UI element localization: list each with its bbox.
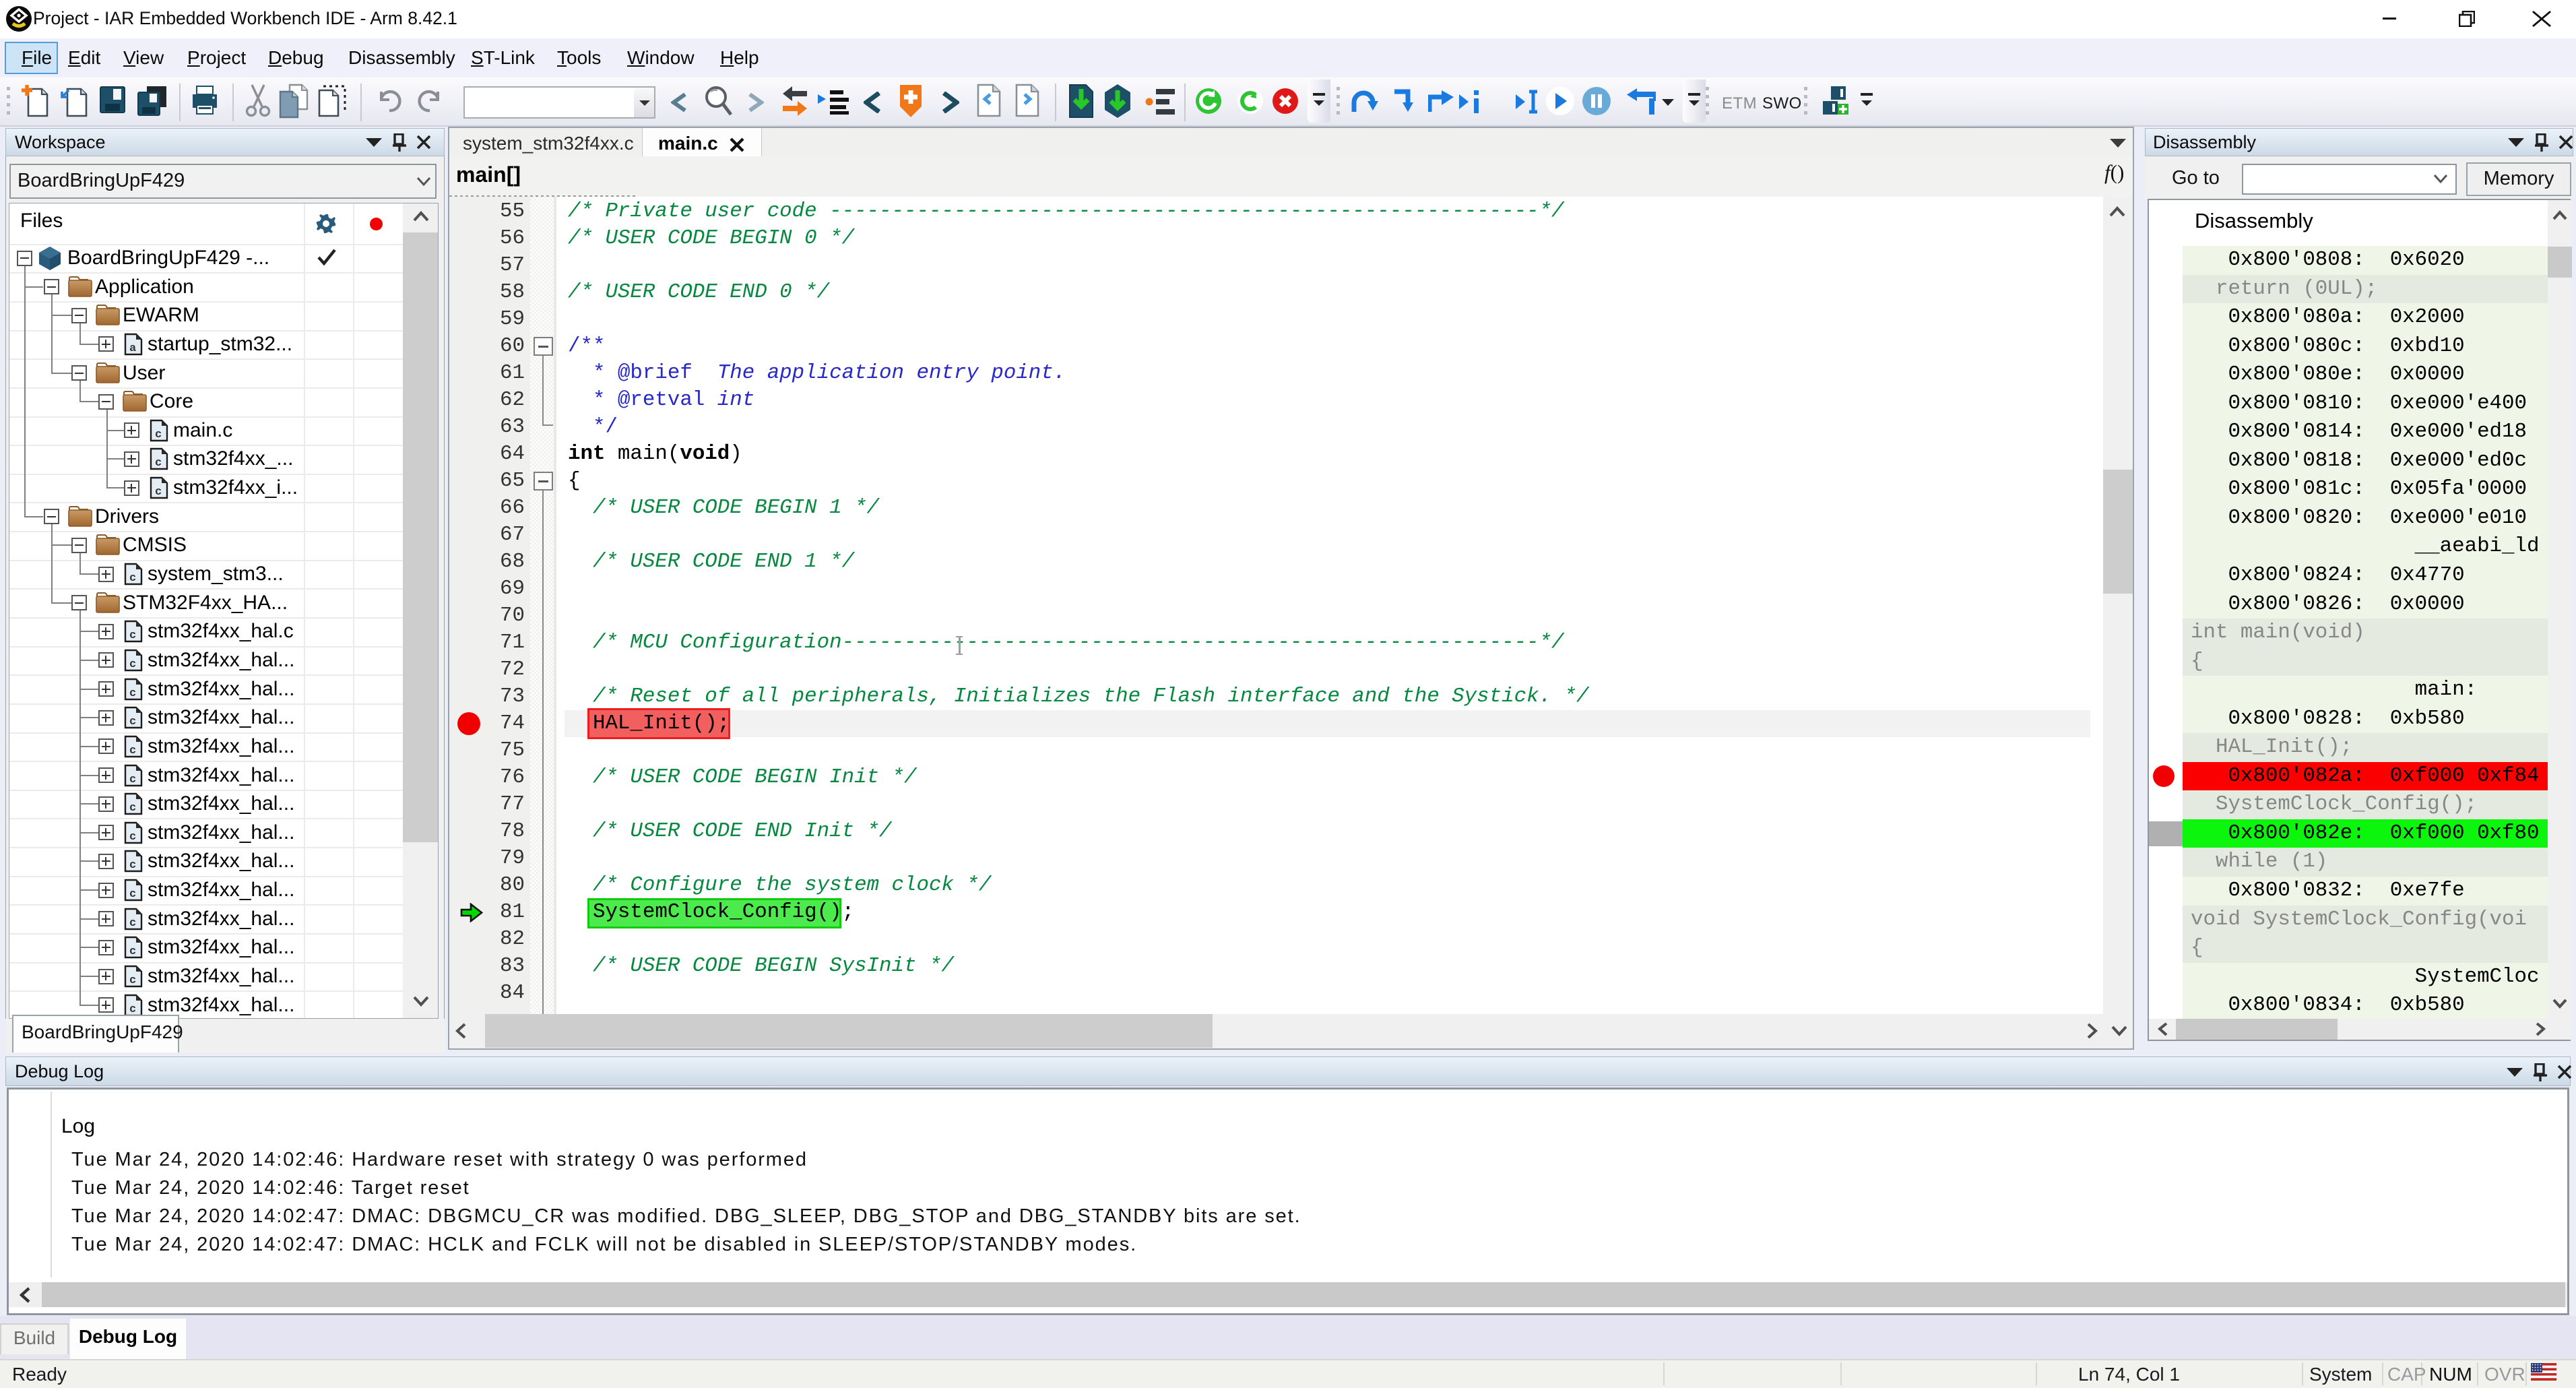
svg-text:c: c — [129, 629, 136, 642]
svg-text:c: c — [129, 658, 136, 671]
svg-text:c: c — [129, 716, 136, 728]
svg-text:c: c — [129, 859, 136, 872]
svg-text:c: c — [129, 572, 136, 585]
svg-text:c: c — [129, 745, 136, 757]
svg-text:c: c — [129, 774, 136, 786]
svg-text:c: c — [155, 486, 162, 499]
svg-text:c: c — [129, 687, 136, 700]
svg-text:c: c — [155, 457, 162, 470]
svg-text:c: c — [155, 429, 162, 441]
svg-text:c: c — [129, 802, 136, 815]
svg-text:c: c — [129, 917, 136, 930]
svg-text:c: c — [129, 831, 136, 844]
svg-text:a: a — [129, 342, 136, 355]
svg-text:c: c — [129, 974, 136, 987]
svg-text:c: c — [129, 888, 136, 901]
svg-text:c: c — [129, 945, 136, 958]
